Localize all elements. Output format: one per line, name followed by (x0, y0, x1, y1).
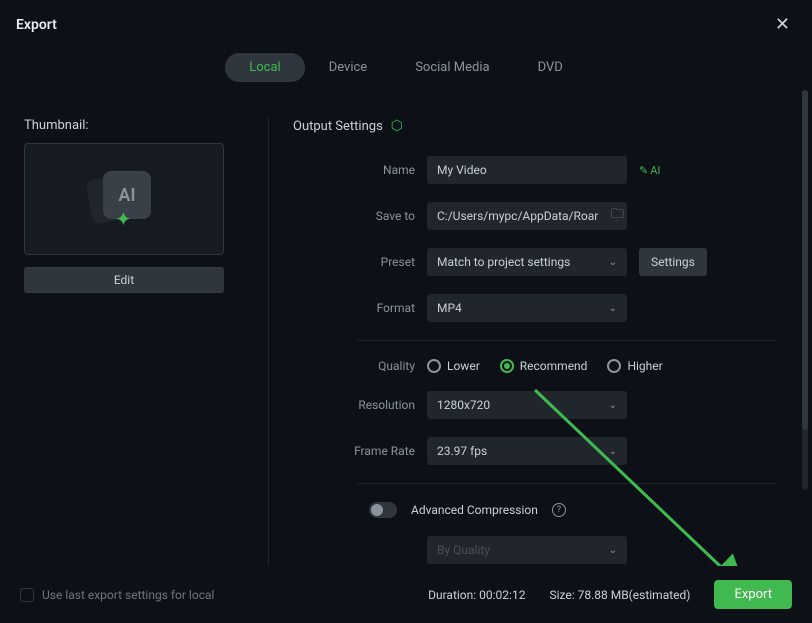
byquality-select: By Quality ⌄ (427, 536, 627, 564)
format-value: MP4 (437, 301, 462, 315)
preset-label: Preset (293, 255, 415, 269)
thumbnail-label: Thumbnail: (24, 118, 244, 133)
folder-icon[interactable]: 🗀 (611, 205, 624, 227)
quality-lower-radio[interactable]: Lower (427, 359, 480, 373)
advanced-compression-toggle[interactable] (369, 502, 397, 518)
saveto-input[interactable] (427, 202, 627, 230)
format-label: Format (293, 301, 415, 315)
ai-badge-text: AI (650, 164, 660, 177)
quality-lower-label: Lower (447, 359, 480, 373)
quality-higher-label: Higher (627, 359, 662, 373)
resolution-value: 1280x720 (437, 398, 490, 412)
quality-recommend-label: Recommend (520, 359, 588, 373)
divider (357, 483, 776, 484)
quality-recommend-radio[interactable]: Recommend (500, 359, 588, 373)
scrollbar[interactable] (802, 90, 808, 490)
chevron-down-icon: ⌄ (609, 446, 617, 457)
close-icon[interactable]: ✕ (769, 12, 796, 37)
byquality-value: By Quality (437, 543, 490, 557)
resolution-label: Resolution (293, 398, 415, 412)
preset-value: Match to project settings (437, 255, 570, 269)
chevron-down-icon: ⌄ (609, 545, 617, 556)
divider (357, 340, 776, 341)
use-last-settings-checkbox[interactable]: Use last export settings for local (20, 588, 214, 602)
quality-label: Quality (293, 359, 415, 373)
output-settings-title: Output Settings ⬡ (293, 118, 776, 134)
size-display: Size: 78.88 MB(estimated) (549, 588, 690, 602)
settings-button[interactable]: Settings (639, 248, 707, 276)
thumbnail-preview: AI ✦ (24, 143, 224, 255)
chevron-down-icon: ⌄ (609, 303, 617, 314)
chevron-down-icon: ⌄ (609, 257, 617, 268)
name-input[interactable] (427, 156, 627, 184)
framerate-select[interactable]: 23.97 fps ⌄ (427, 437, 627, 465)
preset-select[interactable]: Match to project settings ⌄ (427, 248, 627, 276)
quality-higher-radio[interactable]: Higher (607, 359, 662, 373)
edit-thumbnail-button[interactable]: Edit (24, 267, 224, 293)
resolution-select[interactable]: 1280x720 ⌄ (427, 391, 627, 419)
output-settings-label: Output Settings (293, 119, 383, 134)
chevron-down-icon: ⌄ (609, 400, 617, 411)
duration-display: Duration: 00:02:12 (428, 588, 525, 602)
tab-social-media[interactable]: Social Media (391, 53, 513, 82)
window-title: Export (16, 17, 57, 33)
ai-badge[interactable]: ✎AI (639, 164, 660, 177)
export-button[interactable]: Export (714, 580, 792, 609)
graduation-icon[interactable]: ⬡ (391, 118, 403, 134)
saveto-label: Save to (293, 209, 415, 223)
name-label: Name (293, 163, 415, 177)
tab-bar: Local Device Social Media DVD (0, 53, 812, 82)
scrollbar-thumb[interactable] (802, 90, 808, 430)
tab-local[interactable]: Local (225, 53, 304, 82)
use-last-settings-label: Use last export settings for local (42, 588, 214, 602)
framerate-label: Frame Rate (293, 444, 415, 458)
checkbox-icon (20, 588, 34, 602)
format-select[interactable]: MP4 ⌄ (427, 294, 627, 322)
tab-dvd[interactable]: DVD (514, 53, 587, 82)
framerate-value: 23.97 fps (437, 444, 487, 458)
tab-device[interactable]: Device (305, 53, 392, 82)
help-icon[interactable]: ? (552, 503, 566, 517)
sparkle-icon: ✦ (115, 207, 132, 231)
advanced-compression-label: Advanced Compression (411, 503, 538, 517)
